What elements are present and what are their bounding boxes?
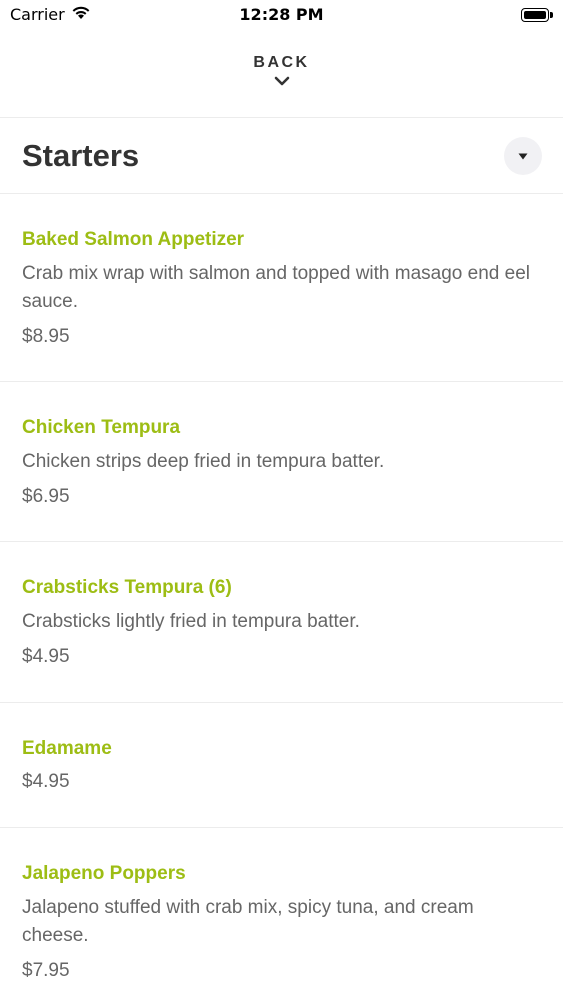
battery-icon bbox=[521, 8, 553, 22]
item-description: Jalapeno stuffed with crab mix, spicy tu… bbox=[22, 897, 474, 946]
item-name: Chicken Tempura bbox=[22, 417, 181, 438]
item-name: Baked Salmon Appetizer bbox=[22, 229, 245, 250]
item-name: Edamame bbox=[22, 738, 112, 759]
back-label: BACK bbox=[253, 54, 310, 71]
section-header: Starters bbox=[0, 118, 563, 194]
item-price: $6.95 bbox=[22, 486, 70, 507]
item-description: Crabsticks lightly fried in tempura batt… bbox=[22, 611, 360, 632]
chevron-down-icon bbox=[274, 74, 290, 92]
item-name: Jalapeno Poppers bbox=[22, 863, 186, 884]
item-price: $4.95 bbox=[22, 646, 70, 667]
menu-item-chicken-tempura[interactable]: Chicken Tempura Chicken strips deep frie… bbox=[0, 382, 563, 542]
menu-item-jalapeno-poppers[interactable]: Jalapeno Poppers Jalapeno stuffed with c… bbox=[0, 828, 563, 1000]
item-price: $8.95 bbox=[22, 326, 70, 347]
menu-item-crabsticks-tempura[interactable]: Crabsticks Tempura (6) Crabsticks lightl… bbox=[0, 542, 563, 703]
item-name: Crabsticks Tempura (6) bbox=[22, 577, 232, 598]
item-description: Crab mix wrap with salmon and topped wit… bbox=[22, 263, 530, 312]
item-price: $4.95 bbox=[22, 771, 70, 792]
status-bar: Carrier 12:28 PM bbox=[0, 0, 563, 30]
section-dropdown-button[interactable] bbox=[504, 136, 542, 175]
menu-item-edamame[interactable]: Edamame $4.95 bbox=[0, 703, 563, 828]
section-title: Starters bbox=[22, 137, 140, 173]
status-time: 12:28 PM bbox=[239, 5, 324, 24]
item-description: Chicken strips deep fried in tempura bat… bbox=[22, 451, 385, 472]
back-button[interactable]: BACK bbox=[0, 30, 563, 118]
caret-down-icon bbox=[518, 147, 528, 165]
menu-item-baked-salmon-appetizer[interactable]: Baked Salmon Appetizer Crab mix wrap wit… bbox=[0, 194, 563, 382]
menu-list: Baked Salmon Appetizer Crab mix wrap wit… bbox=[0, 194, 563, 1000]
item-price: $7.95 bbox=[22, 960, 70, 981]
